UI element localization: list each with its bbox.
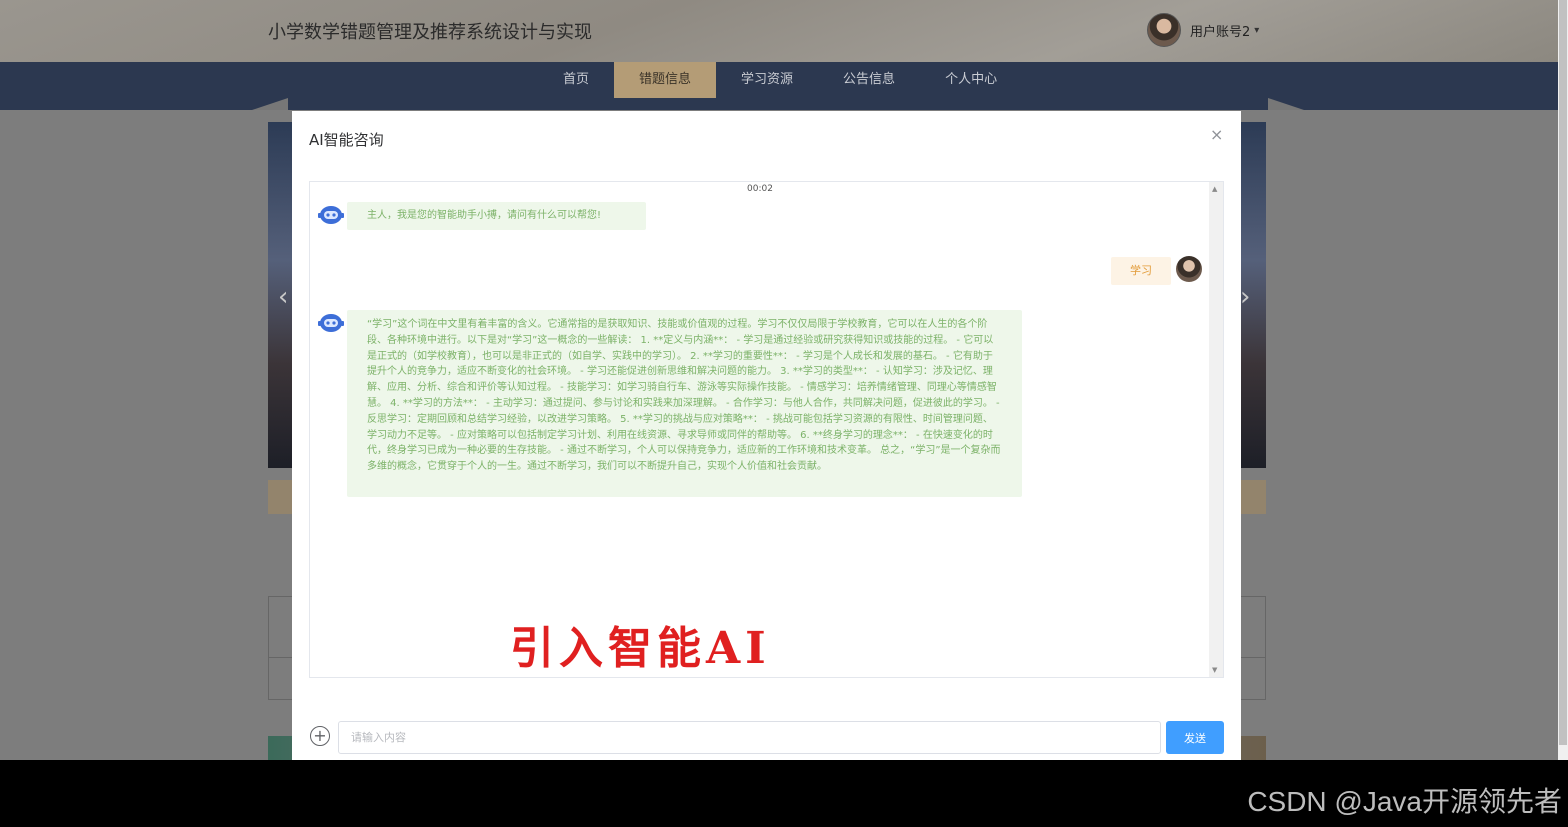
nav-item-announcements[interactable]: 公告信息 [818, 62, 920, 98]
carousel-next-icon[interactable]: › [1240, 282, 1250, 312]
chat-input-row: + 发送 [309, 721, 1224, 755]
top-header: 小学数学错题管理及推荐系统设计与实现 用户账号2 ▾ [0, 0, 1558, 62]
chevron-down-icon[interactable]: ▾ [1254, 25, 1259, 36]
watermark-text: CSDN @Java开源领先者 [1247, 786, 1562, 817]
user-name[interactable]: 用户账号2 [1190, 21, 1250, 40]
scroll-up-icon[interactable]: ▲ [1212, 185, 1217, 193]
bottom-bar: CSDN @Java开源领先者 [0, 760, 1568, 827]
page-scrollbar-thumb[interactable] [1559, 0, 1567, 745]
add-attachment-icon[interactable]: + [310, 726, 330, 746]
ai-consult-dialog: AI智能咨询 × 00:02 主人，我是您的智能助手小搏，请问有什么可以帮您! … [292, 111, 1241, 761]
overlay-caption: 引入智能AI [510, 623, 771, 674]
nav-item-wrong-questions[interactable]: 错题信息 [614, 62, 717, 98]
close-icon[interactable]: × [1210, 125, 1223, 144]
robot-icon [318, 314, 344, 332]
nav-item-resources[interactable]: 学习资源 [716, 62, 818, 98]
robot-icon [318, 206, 344, 224]
bot-message: 主人，我是您的智能助手小搏，请问有什么可以帮您! [347, 202, 646, 230]
nav-decoration-right [1268, 98, 1304, 110]
user-menu[interactable]: 用户账号2 ▾ [1147, 13, 1259, 47]
user-chat-avatar [1176, 256, 1202, 282]
scroll-down-icon[interactable]: ▼ [1212, 666, 1217, 674]
main-nav: 首页 错题信息 学习资源 公告信息 个人中心 [0, 62, 1558, 110]
send-button[interactable]: 发送 [1166, 721, 1224, 754]
page-scrollbar[interactable] [1558, 0, 1568, 760]
nav-decoration-left [252, 98, 288, 110]
nav-item-profile[interactable]: 个人中心 [920, 62, 1022, 98]
nav-item-home[interactable]: 首页 [538, 62, 614, 98]
chat-timestamp: 00:02 [747, 184, 773, 194]
nav-items: 首页 错题信息 学习资源 公告信息 个人中心 [538, 62, 1022, 98]
user-message: 学习 [1111, 257, 1171, 285]
bot-message: “学习”这个词在中文里有着丰富的含义。它通常指的是获取知识、技能或价值观的过程。… [347, 310, 1022, 497]
dialog-title: AI智能咨询 [309, 131, 384, 149]
chat-window[interactable]: 00:02 主人，我是您的智能助手小搏，请问有什么可以帮您! 学习 “学习”这个… [309, 181, 1224, 678]
user-avatar[interactable] [1147, 13, 1181, 47]
carousel-prev-icon[interactable]: ‹ [278, 282, 288, 312]
message-input[interactable] [338, 721, 1161, 754]
chat-scrollbar[interactable]: ▲ ▼ [1209, 182, 1223, 677]
site-title: 小学数学错题管理及推荐系统设计与实现 [268, 22, 592, 43]
